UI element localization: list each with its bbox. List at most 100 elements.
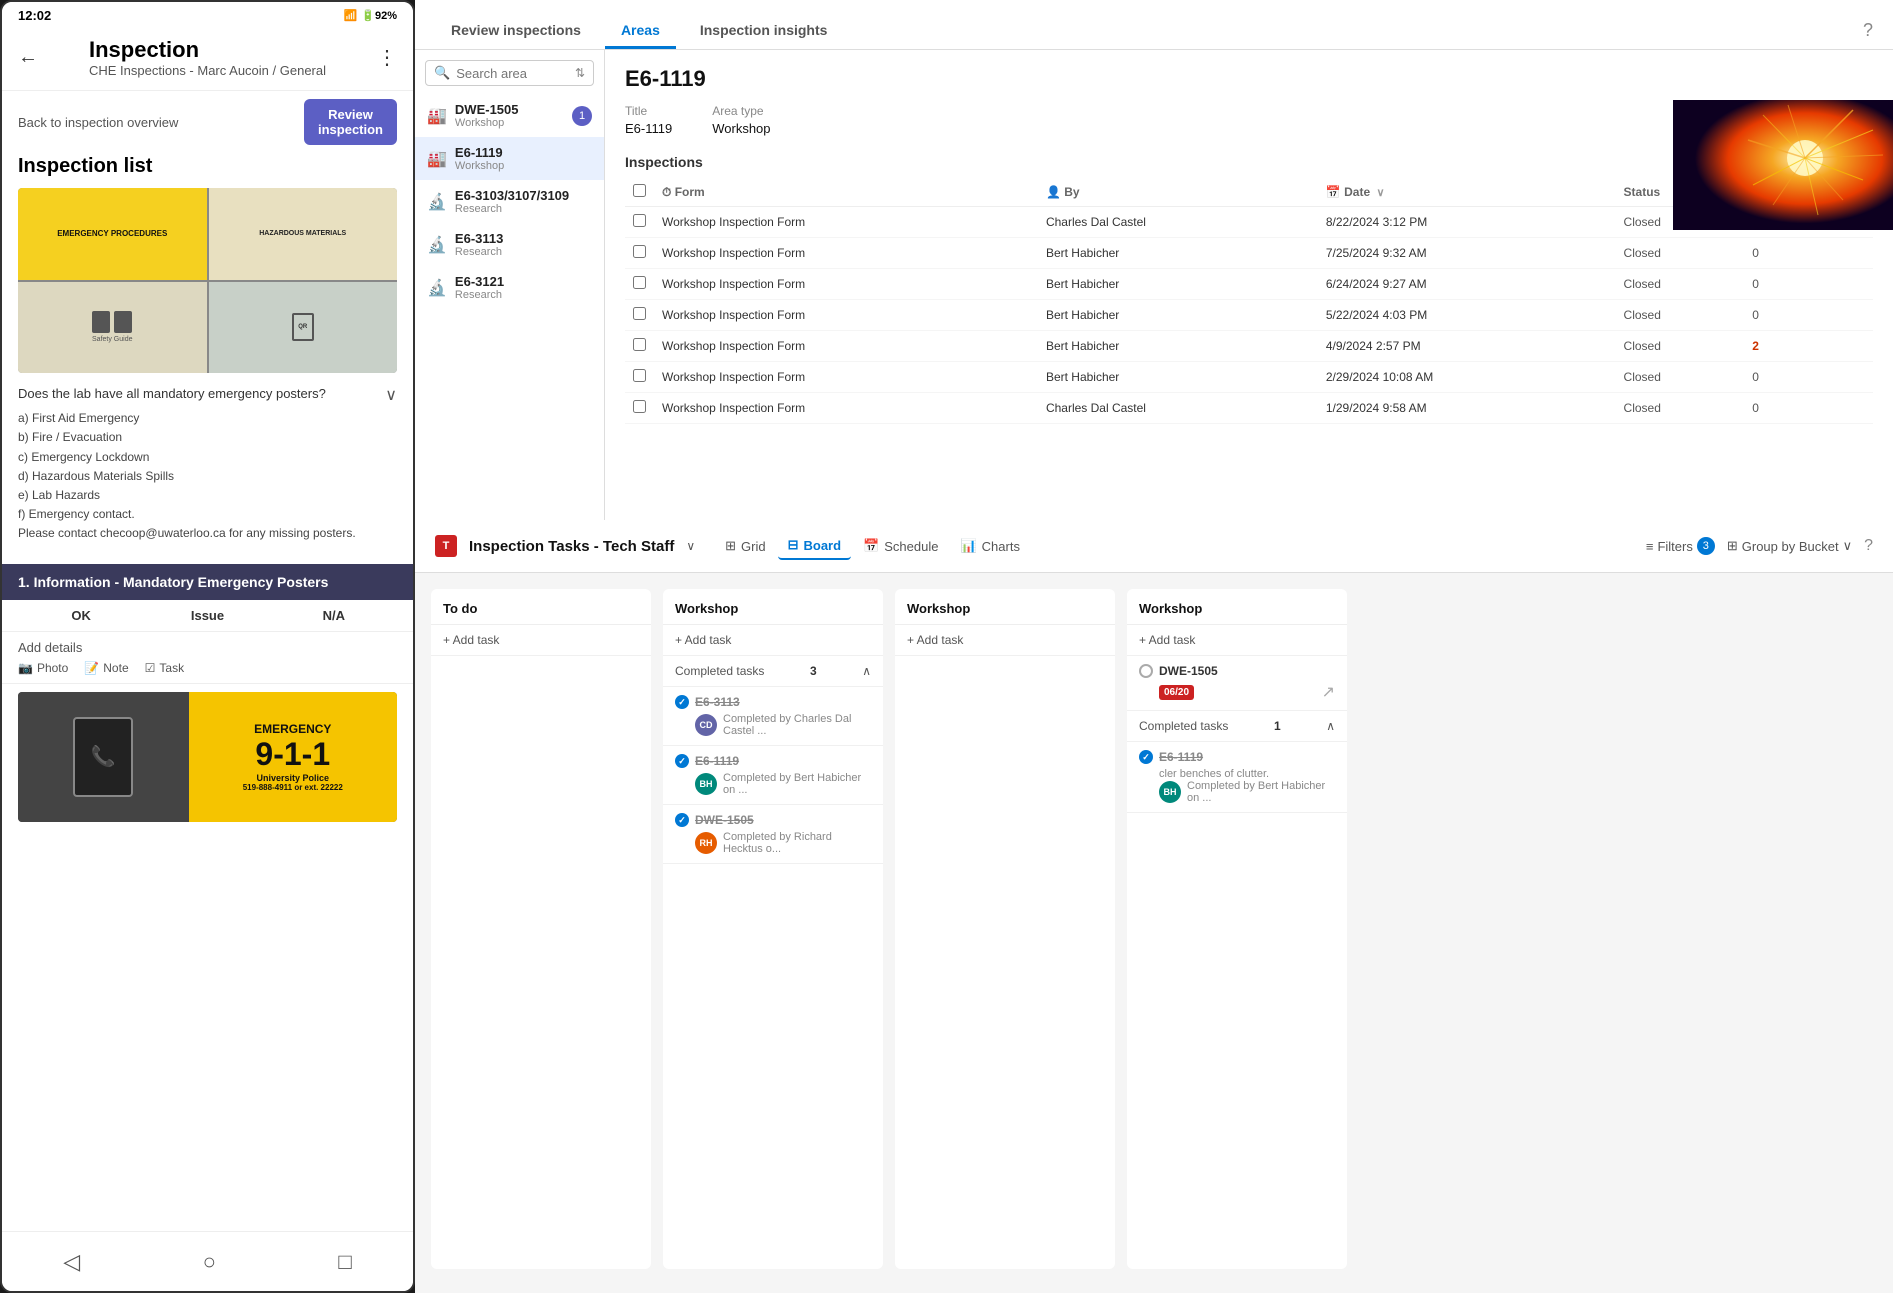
tab-inspection-insights[interactable]: Inspection insights: [684, 14, 844, 49]
completed-tasks-workshop1[interactable]: Completed tasks 3 ∧: [663, 656, 883, 687]
group-icon: ⊞: [1727, 538, 1738, 554]
question-text: Does the lab have all mandatory emergenc…: [18, 385, 326, 403]
column-todo: To do + Add task: [431, 589, 651, 1269]
mobile-status-bar: 12:02 📶 🔋92%: [2, 2, 413, 29]
area-detail: E6-1119 Title E6-1119 Area type Workshop: [605, 50, 1893, 440]
date-badge: 06/20: [1159, 685, 1194, 700]
board-icon: ⊟: [788, 537, 799, 553]
task-options-icon[interactable]: ↗: [1322, 682, 1335, 702]
back-nav-icon[interactable]: ◁: [63, 1249, 80, 1275]
search-area-input[interactable]: [456, 66, 569, 81]
task-done-icon-4: ✓: [1139, 750, 1153, 764]
note-button[interactable]: 📝 Note: [84, 661, 128, 675]
help-icon[interactable]: ?: [1863, 20, 1873, 49]
row-by: Bert Habicher: [1038, 331, 1318, 362]
row-checkbox[interactable]: [633, 400, 646, 413]
add-task-todo[interactable]: + Add task: [431, 625, 651, 656]
row-checkbox[interactable]: [633, 245, 646, 258]
title-value: E6-1119: [625, 121, 672, 136]
row-checkbox[interactable]: [633, 338, 646, 351]
row-checkbox[interactable]: [633, 214, 646, 227]
area-badge-dwe1505: 1: [572, 106, 592, 126]
search-area-box: 🔍 ⇅: [425, 60, 594, 86]
add-task-workshop1[interactable]: + Add task: [663, 625, 883, 656]
board-name-chevron[interactable]: ∨: [686, 539, 695, 553]
task-done-icon-2: ✓: [675, 754, 689, 768]
review-tabs: Review inspections Areas Inspection insi…: [415, 0, 1893, 50]
row-checkbox[interactable]: [633, 276, 646, 289]
tab-review-inspections[interactable]: Review inspections: [435, 14, 597, 49]
question-section: Does the lab have all mandatory emergenc…: [2, 373, 413, 564]
filters-button[interactable]: ≡ Filters 3: [1646, 537, 1715, 555]
task-board-views: ⊞ Grid ⊟ Board 📅 Schedule 📊 Charts: [715, 532, 1030, 560]
back-to-inspection-link[interactable]: Back to inspection overview: [18, 115, 178, 130]
table-row: Workshop Inspection Form Charles Dal Cas…: [625, 393, 1873, 424]
task-completed-by-3: RH Completed by Richard Hecktus o...: [675, 831, 871, 855]
phone-icon: 📞: [73, 717, 133, 797]
filter-badge: 3: [1697, 537, 1715, 555]
row-checkbox[interactable]: [633, 307, 646, 320]
workshop-icon-2: 🏭: [427, 149, 447, 169]
add-task-workshop3[interactable]: + Add task: [1127, 625, 1347, 656]
inspection-list-title: Inspection list: [18, 155, 152, 178]
task-completed-by-4: BH Completed by Bert Habicher on ...: [1139, 780, 1335, 804]
avatar-bh-1: BH: [695, 773, 717, 795]
table-row: Workshop Inspection Form Bert Habicher 4…: [625, 331, 1873, 362]
area-item-e63113[interactable]: 🔬 E6-3113 Research: [415, 223, 604, 266]
area-item-e61119[interactable]: 🏭 E6-1119 Workshop: [415, 137, 604, 180]
add-task-workshop2[interactable]: + Add task: [895, 625, 1115, 656]
row-issues: 0: [1744, 362, 1873, 393]
more-options-button[interactable]: ⋮: [377, 45, 397, 70]
row-form: Workshop Inspection Form: [654, 207, 1038, 238]
select-all-checkbox[interactable]: [633, 184, 646, 197]
row-checkbox[interactable]: [633, 369, 646, 382]
row-form: Workshop Inspection Form: [654, 393, 1038, 424]
row-date: 2/29/2024 10:08 AM: [1318, 362, 1616, 393]
home-nav-icon[interactable]: ○: [203, 1249, 216, 1275]
row-date: 1/29/2024 9:58 AM: [1318, 393, 1616, 424]
search-icon: 🔍: [434, 65, 450, 81]
col-workshop2-header: Workshop: [895, 589, 1115, 625]
area-type-label: Area type: [712, 104, 770, 118]
table-row: Workshop Inspection Form Bert Habicher 2…: [625, 362, 1873, 393]
completed-tasks-workshop3[interactable]: Completed tasks 1 ∧: [1127, 711, 1347, 742]
ok-label: OK: [18, 608, 144, 623]
recent-nav-icon[interactable]: □: [338, 1249, 351, 1275]
row-by: Charles Dal Castel: [1038, 207, 1318, 238]
inspections-label: Inspections: [625, 154, 703, 170]
row-form: Workshop Inspection Form: [654, 269, 1038, 300]
board-help-icon[interactable]: ?: [1864, 537, 1873, 555]
board-columns: To do + Add task Workshop + Add task Com…: [415, 573, 1893, 1293]
view-schedule-button[interactable]: 📅 Schedule: [853, 532, 948, 560]
row-date: 4/9/2024 2:57 PM: [1318, 331, 1616, 362]
emergency-poster-image: EMERGENCY PROCEDURES HAZARDOUS MATERIALS…: [18, 188, 397, 373]
group-by-button[interactable]: ⊞ Group by Bucket ∨: [1727, 538, 1852, 554]
task-card-dwe1505-2: DWE-1505 06/20 ↗: [1127, 656, 1347, 711]
research-icon-2: 🔬: [427, 235, 447, 255]
back-arrow-button[interactable]: ←: [18, 46, 38, 69]
view-board-button[interactable]: ⊟ Board: [778, 532, 851, 560]
schedule-icon: 📅: [863, 538, 879, 554]
col-date[interactable]: 📅 Date ∨: [1318, 178, 1616, 207]
tab-areas[interactable]: Areas: [605, 14, 676, 49]
column-workshop3: Workshop + Add task DWE-1505 06/20 ↗ Com…: [1127, 589, 1347, 1269]
col-workshop1-header: Workshop: [663, 589, 883, 625]
emergency-911-image: 📞 EMERGENCY 9-1-1 University Police 519-…: [18, 692, 397, 822]
column-workshop1: Workshop + Add task Completed tasks 3 ∧ …: [663, 589, 883, 1269]
view-charts-button[interactable]: 📊 Charts: [950, 532, 1029, 560]
row-issues: 0: [1744, 300, 1873, 331]
area-item-dwe1505[interactable]: 🏭 DWE-1505 Workshop 1: [415, 94, 604, 137]
areas-sidebar: 🔍 ⇅ 🏭 DWE-1505 Workshop 1: [415, 50, 605, 520]
area-item-e63103[interactable]: 🔬 E6-3103/3107/3109 Research: [415, 180, 604, 223]
workshop-icon: 🏭: [427, 106, 447, 126]
review-inspection-button[interactable]: Reviewinspection: [304, 99, 397, 145]
photo-button[interactable]: 📷 Photo: [18, 661, 68, 675]
task-button[interactable]: ☑ Task: [145, 661, 184, 675]
area-item-e63121[interactable]: 🔬 E6-3121 Research: [415, 266, 604, 309]
row-issues: 0: [1744, 238, 1873, 269]
avatar-rh: RH: [695, 832, 717, 854]
task-card-e61119-1: ✓ E6-1119 BH Completed by Bert Habicher …: [663, 746, 883, 805]
mobile-app-title: Inspection: [89, 37, 326, 63]
row-by: Bert Habicher: [1038, 238, 1318, 269]
view-grid-button[interactable]: ⊞ Grid: [715, 532, 775, 560]
